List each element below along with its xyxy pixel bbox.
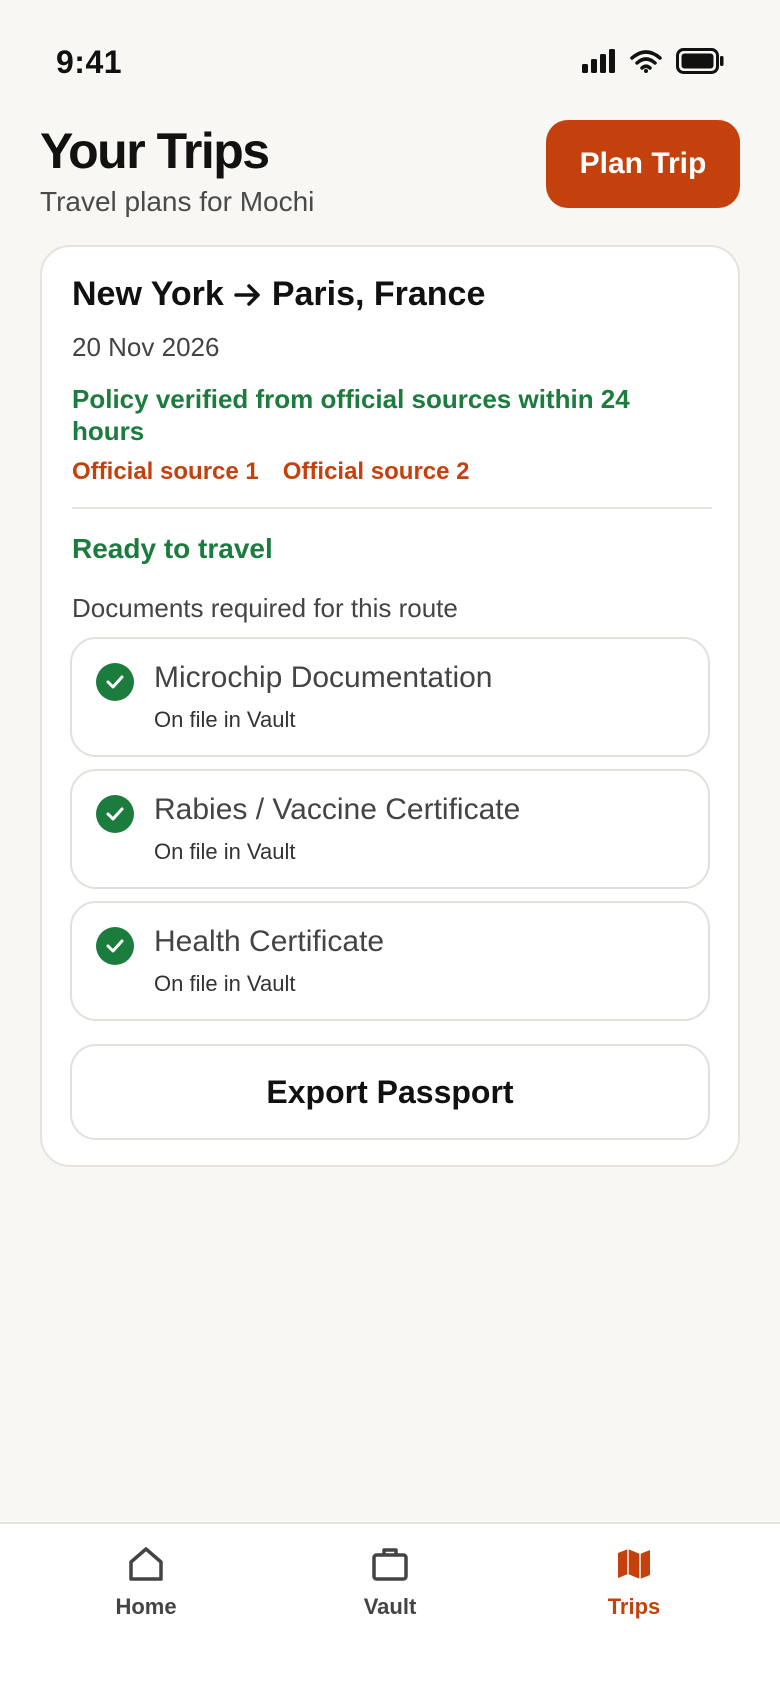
export-passport-button[interactable]: Export Passport [70, 1044, 710, 1140]
wifi-icon [630, 49, 662, 73]
arrow-right-icon [234, 283, 262, 307]
route-destination: Paris, France [271, 275, 486, 313]
policy-verification-text: Policy verified from official sources wi… [72, 384, 630, 446]
document-status: On file in Vault [154, 839, 296, 864]
trip-date: 20 Nov 2026 [72, 332, 220, 362]
route-origin: New York [72, 275, 224, 313]
document-status: On file in Vault [154, 707, 296, 732]
document-title: Health Certificate [154, 925, 385, 958]
document-status: On file in Vault [154, 971, 296, 996]
plan-trip-button[interactable]: Plan Trip [546, 120, 740, 208]
official-source-link-1[interactable]: Official source 1 [72, 458, 259, 486]
status-time: 9:41 [56, 44, 123, 80]
document-item-microchip[interactable]: Microchip Documentation On file in Vault [70, 637, 710, 757]
document-title: Microchip Documentation [154, 661, 493, 694]
tab-home[interactable]: Home [46, 1544, 246, 1644]
status-bar: 9:41 [0, 0, 780, 120]
tab-vault[interactable]: Vault [290, 1544, 490, 1644]
battery-icon [676, 48, 724, 74]
check-circle-icon [96, 663, 134, 701]
trip-card[interactable]: New York Paris, France 20 Nov 2026 Polic… [40, 245, 740, 1167]
document-list: Microchip Documentation On file in Vault… [70, 637, 710, 1033]
documents-label: Documents required for this route [72, 593, 458, 623]
readiness-status: Ready to travel [72, 533, 273, 564]
tab-label: Trips [607, 1594, 661, 1619]
divider [72, 507, 712, 509]
document-item-rabies-vaccine[interactable]: Rabies / Vaccine Certificate On file in … [70, 769, 710, 889]
bottom-tab-bar: Home Vault Trips [0, 1522, 780, 1688]
status-icons [582, 48, 724, 74]
map-icon [614, 1544, 654, 1584]
trips-screen: 9:41 Your Trips Travel plans for Mochi P… [0, 0, 780, 1688]
official-sources: Official source 1 Official source 2 [72, 458, 470, 486]
cellular-signal-icon [582, 49, 616, 73]
home-icon [126, 1544, 166, 1584]
tab-label: Home [115, 1594, 177, 1619]
document-title: Rabies / Vaccine Certificate [154, 793, 521, 826]
check-circle-icon [96, 795, 134, 833]
check-circle-icon [96, 927, 134, 965]
trip-route: New York Paris, France [72, 275, 485, 314]
document-item-health-certificate[interactable]: Health Certificate On file in Vault [70, 901, 710, 1021]
page-subtitle: Travel plans for Mochi [40, 186, 315, 217]
tab-trips[interactable]: Trips [534, 1544, 734, 1644]
tab-label: Vault [363, 1594, 417, 1619]
briefcase-icon [370, 1544, 410, 1584]
official-source-link-2[interactable]: Official source 2 [283, 458, 470, 486]
page-title: Your Trips [40, 123, 270, 179]
